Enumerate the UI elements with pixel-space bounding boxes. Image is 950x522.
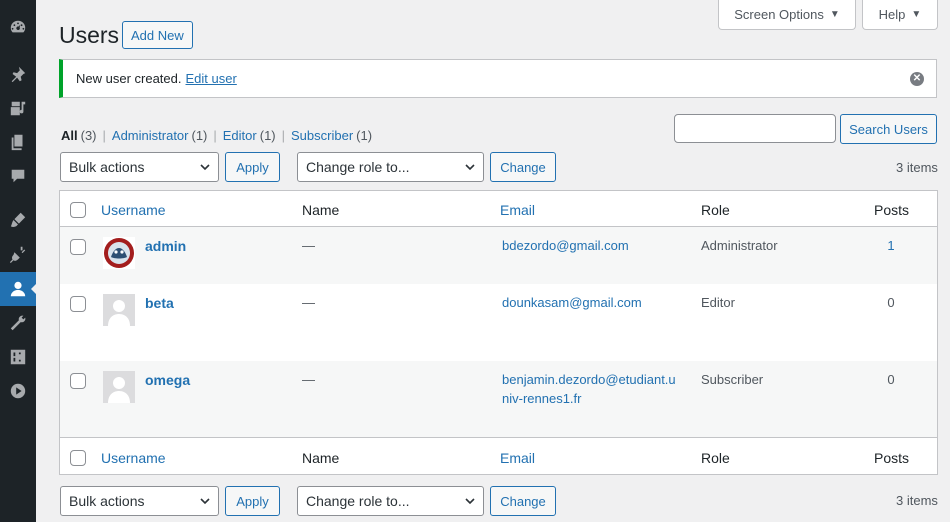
column-email[interactable]: Email (500, 450, 535, 466)
items-count-top: 3 items (896, 160, 938, 175)
admin-sidebar (0, 0, 37, 522)
caret-down-icon: ▼ (911, 9, 922, 20)
column-username[interactable]: Username (101, 450, 166, 466)
active-menu-arrow (31, 283, 37, 295)
tools-icon[interactable] (0, 306, 36, 340)
page-title: Users (59, 22, 120, 48)
column-posts: Posts (874, 202, 910, 218)
caret-down-icon: ▼ (829, 9, 840, 20)
items-count-bottom: 3 items (896, 493, 938, 508)
filter-all-count: (3) (80, 128, 97, 143)
users-icon[interactable] (0, 272, 37, 306)
screen-options-label: Screen Options (734, 7, 824, 22)
filter-subscriber-count: (1) (356, 128, 373, 143)
username-link[interactable]: beta (145, 295, 174, 311)
table-row: beta — dounkasam@gmail.com Editor 0 (60, 284, 937, 361)
row-checkbox[interactable] (70, 296, 86, 312)
filter-administrator-count: (1) (191, 128, 208, 143)
user-role: Administrator (701, 238, 778, 253)
filter-separator: | (213, 128, 217, 143)
apply-button-top[interactable]: Apply (225, 152, 280, 182)
select-all-checkbox[interactable] (70, 450, 86, 466)
search-users-button[interactable]: Search Users (840, 114, 937, 144)
column-name: Name (302, 202, 340, 218)
comments-icon[interactable] (0, 159, 36, 193)
column-username[interactable]: Username (101, 202, 166, 218)
email-link[interactable]: benjamin.dezordo@etudiant.u niv-rennes1.… (502, 370, 676, 408)
row-checkbox[interactable] (70, 373, 86, 389)
media-icon[interactable] (0, 91, 36, 125)
column-email[interactable]: Email (500, 202, 535, 218)
filter-subscriber[interactable]: Subscriber (291, 128, 353, 143)
filter-separator: | (281, 128, 286, 143)
table-footer: Username Name Email Role Posts (60, 437, 937, 474)
chevron-down-icon (465, 498, 475, 505)
email-link[interactable]: bdezordo@gmail.com (502, 236, 629, 255)
filter-editor[interactable]: Editor (223, 128, 257, 143)
edit-user-link[interactable]: Edit user (186, 71, 237, 86)
plugins-icon[interactable] (0, 237, 36, 271)
play-icon[interactable] (0, 374, 36, 408)
filter-all-label: All (61, 128, 78, 143)
column-role: Role (701, 450, 730, 466)
email-line-2: niv-rennes1.fr (502, 391, 582, 406)
filter-editor-count: (1) (259, 128, 276, 143)
posts-count: 0 (887, 372, 895, 387)
dashboard-icon[interactable] (0, 10, 36, 44)
filter-all[interactable]: All (61, 128, 78, 143)
username-link[interactable]: admin (145, 238, 186, 254)
help-button[interactable]: Help ▼ (862, 0, 938, 30)
chevron-down-icon (465, 164, 475, 171)
select-all-checkbox[interactable] (70, 202, 86, 218)
filter-separator: | (102, 128, 106, 143)
avatar (103, 371, 135, 403)
change-button-top[interactable]: Change (490, 152, 556, 182)
users-table: Username Name Email Role Posts admin — b… (59, 190, 938, 475)
apply-button-bottom[interactable]: Apply (225, 486, 280, 516)
bulk-actions-select-top[interactable]: Bulk actions (60, 152, 219, 182)
posts-count-link[interactable]: 1 (881, 238, 901, 253)
posts-count: 0 (887, 295, 895, 310)
success-notice: New user created. Edit user ✕ (59, 59, 937, 98)
pin-icon[interactable] (0, 57, 36, 91)
settings-icon[interactable] (0, 340, 36, 374)
column-role: Role (701, 202, 730, 218)
avatar (103, 294, 135, 326)
row-checkbox[interactable] (70, 239, 86, 255)
add-new-button[interactable]: Add New (122, 21, 193, 49)
bulk-actions-value: Bulk actions (69, 493, 145, 509)
avatar (103, 237, 135, 269)
change-role-select-top[interactable]: Change role to... (297, 152, 484, 182)
column-posts: Posts (874, 450, 910, 466)
user-name: — (302, 295, 315, 310)
table-header: Username Name Email Role Posts (60, 191, 937, 227)
user-name: — (302, 372, 315, 387)
user-role: Subscriber (701, 372, 764, 387)
dismiss-icon[interactable]: ✕ (910, 72, 924, 86)
table-row: admin — bdezordo@gmail.com Administrator… (60, 227, 937, 284)
help-label: Help (878, 7, 906, 22)
screen-options-button[interactable]: Screen Options ▼ (718, 0, 856, 30)
user-role: Editor (701, 295, 735, 310)
filter-administrator[interactable]: Administrator (112, 128, 189, 143)
bulk-actions-select-bottom[interactable]: Bulk actions (60, 486, 219, 516)
change-role-value: Change role to... (306, 159, 410, 175)
table-row: omega — benjamin.dezordo@etudiant.u niv-… (60, 361, 937, 437)
user-role-filters: All (3) | Administrator (1) | Editor (1)… (61, 128, 372, 143)
email-line-1: benjamin.dezordo@etudiant.u (502, 372, 676, 387)
change-button-bottom[interactable]: Change (490, 486, 556, 516)
column-name: Name (302, 450, 340, 466)
appearance-icon[interactable] (0, 203, 36, 237)
change-role-value: Change role to... (306, 493, 410, 509)
notice-text: New user created. (76, 71, 182, 86)
change-role-select-bottom[interactable]: Change role to... (297, 486, 484, 516)
chevron-down-icon (200, 164, 210, 171)
username-link[interactable]: omega (145, 372, 190, 388)
user-name: — (302, 238, 315, 253)
pages-icon[interactable] (0, 125, 36, 159)
email-link[interactable]: dounkasam@gmail.com (502, 293, 642, 312)
bulk-actions-value: Bulk actions (69, 159, 145, 175)
search-users-input[interactable] (674, 114, 836, 143)
chevron-down-icon (200, 498, 210, 505)
